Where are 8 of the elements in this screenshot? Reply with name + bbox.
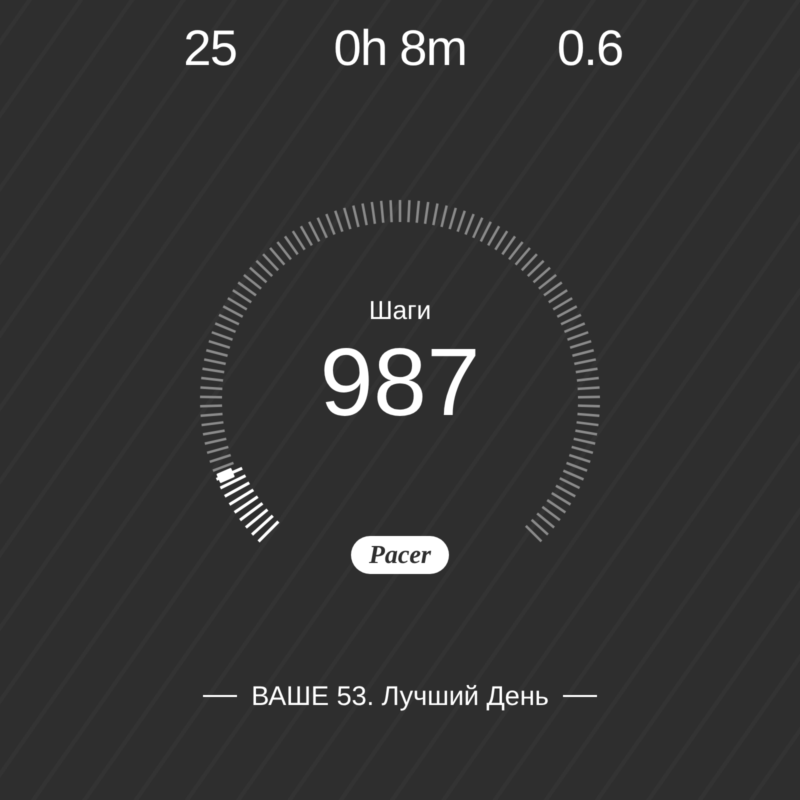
stat-value: 0h 8m	[334, 20, 466, 76]
gauge-marker	[216, 468, 235, 484]
best-day-text: ВАШЕ 53. Лучший День	[251, 680, 549, 712]
steps-label: Шаги	[368, 295, 432, 325]
stat-value: 0.6	[557, 20, 623, 76]
stat-value: 25	[183, 20, 237, 76]
steps-count: 987	[320, 333, 480, 433]
pacer-logo: Pacer	[350, 536, 450, 574]
